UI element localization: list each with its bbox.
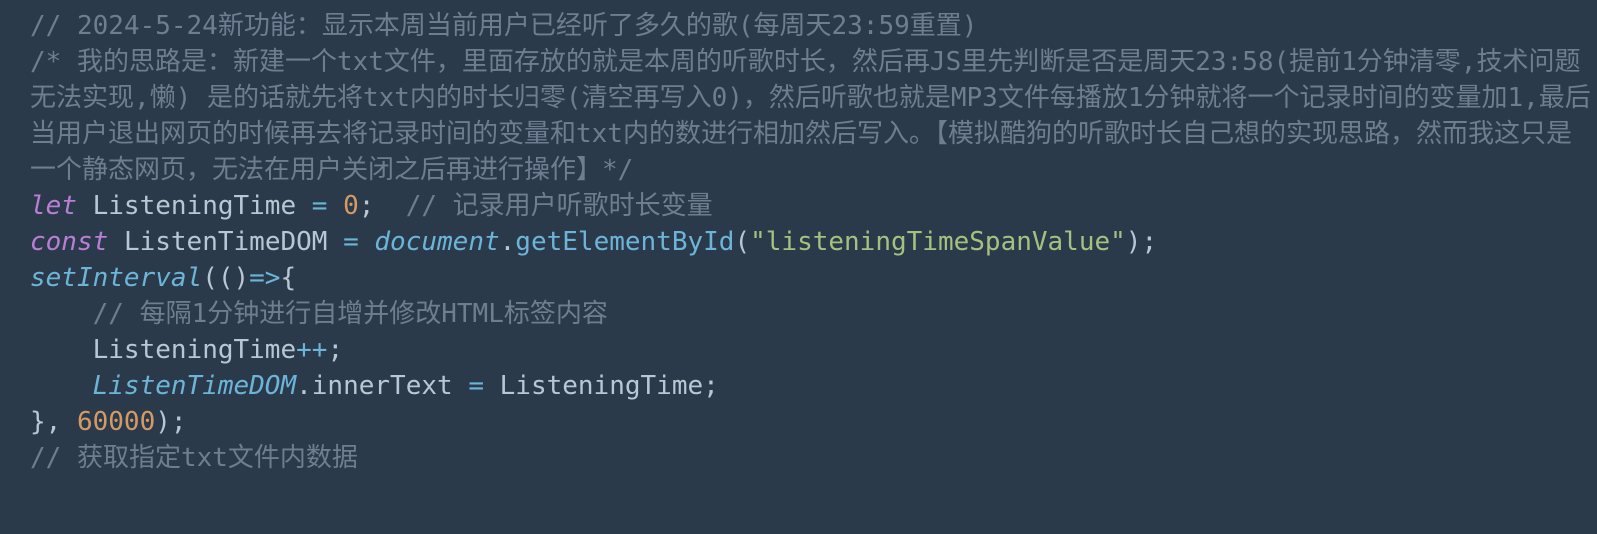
code-token: ListeningTime [93,335,297,365]
code-token: (() [202,263,249,293]
code-token: ListenTimeDOM [93,371,297,401]
code-token: // 每隔1分钟进行自增并修改HTML标签内容 [93,299,608,329]
code-token [296,191,312,221]
code-token: ListeningTime [500,371,704,401]
code-token [327,191,343,221]
code-editor[interactable]: // 2024-5-24新功能：显示本周当前用户已经听了多久的歌(每周天23:5… [0,0,1597,476]
code-token: const [30,227,108,257]
code-token: innerText [312,371,453,401]
code-token [359,227,375,257]
code-token: ); [155,407,186,437]
code-token [453,371,469,401]
code-token [484,371,500,401]
code-token: /* 我的思路是：新建一个txt文件，里面存放的就是本周的听歌时长，然后再JS里… [30,47,1591,185]
code-token: => [249,263,280,293]
code-token [327,227,343,257]
code-token: 0 [343,191,359,221]
code-token: ; [359,191,406,221]
code-token [30,299,93,329]
code-token: let [30,191,77,221]
code-token: // 获取指定txt文件内数据 [30,443,358,473]
code-token: ListeningTime [93,191,297,221]
code-token: ++ [296,335,327,365]
code-token: // 记录用户听歌时长变量 [406,191,713,221]
code-token: { [280,263,296,293]
code-token: setInterval [30,263,202,293]
code-token: = [468,371,484,401]
code-token: document [374,227,499,257]
code-token: ( [734,227,750,257]
code-token: = [312,191,328,221]
code-token [30,335,93,365]
code-token [30,371,93,401]
code-token: ; [703,371,719,401]
code-token [108,227,124,257]
code-token: // 2024-5-24新功能：显示本周当前用户已经听了多久的歌(每周天23:5… [30,11,977,41]
code-token [77,191,93,221]
code-token: getElementById [515,227,734,257]
code-token: 60000 [77,407,155,437]
code-token: . [500,227,516,257]
code-token: ; [327,335,343,365]
code-token: . [296,371,312,401]
code-token: ListenTimeDOM [124,227,328,257]
code-token: ); [1126,227,1157,257]
code-token: "listeningTimeSpanValue" [750,227,1126,257]
code-token: = [343,227,359,257]
code-token: }, [30,407,77,437]
